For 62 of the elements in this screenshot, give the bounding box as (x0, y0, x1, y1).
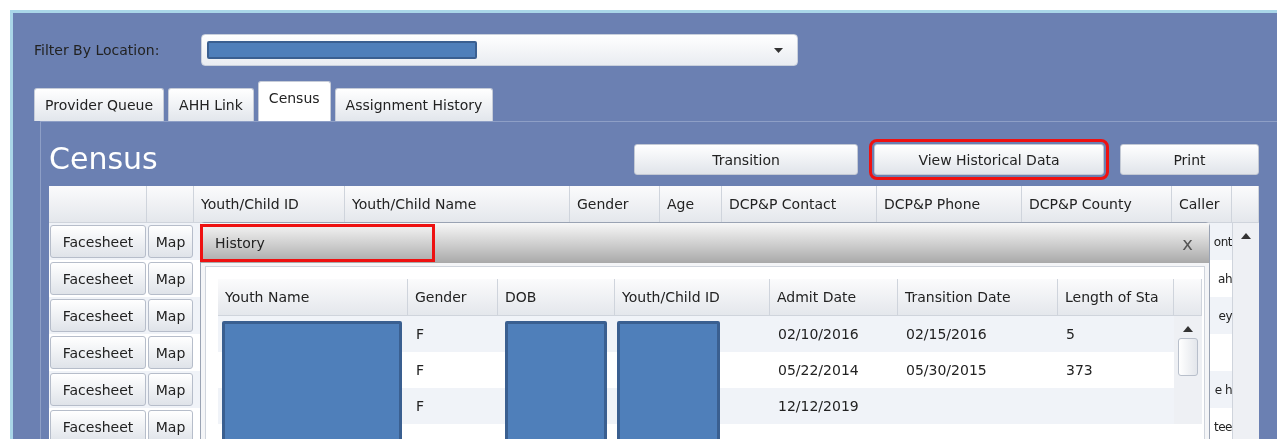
column-header[interactable]: DCP&P Contact (722, 186, 877, 223)
scroll-up-icon[interactable] (1183, 326, 1193, 332)
table-cell: 05/30/2015 (906, 362, 987, 378)
column-header[interactable]: Length of Sta (1058, 279, 1174, 316)
filter-label: Filter By Location: (34, 42, 161, 58)
facesheet-button[interactable]: Facesheet (50, 336, 146, 369)
column-header[interactable]: Youth/Child ID (194, 186, 345, 223)
scroll-thumb[interactable] (1178, 338, 1198, 376)
facesheet-button[interactable]: Facesheet (50, 262, 146, 295)
map-button[interactable]: Map (148, 336, 193, 369)
scroll-up-icon[interactable] (1241, 233, 1251, 239)
table-cell: ey (1218, 308, 1232, 323)
table-cell: ah (1218, 271, 1232, 286)
column-header[interactable]: Youth/Child Name (345, 186, 570, 223)
column-header[interactable]: Transition Date (898, 279, 1058, 316)
tab[interactable]: Assignment History (334, 88, 494, 121)
table-cell: F (416, 362, 425, 378)
action-button[interactable]: Print (1120, 144, 1259, 175)
table-cell: tee (1214, 419, 1232, 434)
table-cell: F (416, 326, 425, 342)
column-header[interactable]: Youth/Child ID (615, 279, 770, 316)
table-cell: 02/10/2016 (778, 326, 859, 342)
header-cell (1232, 186, 1259, 223)
column-header[interactable]: DCP&P County (1022, 186, 1172, 223)
facesheet-button[interactable]: Facesheet (50, 410, 146, 439)
tab[interactable]: Census (257, 81, 331, 121)
table-cell: 5 (1066, 326, 1075, 342)
close-button[interactable]: x (1180, 232, 1195, 254)
table-cell: e h (1214, 382, 1232, 397)
column-header[interactable]: Age (660, 186, 722, 223)
scrollbar[interactable] (1232, 223, 1259, 439)
column-header[interactable]: Gender (408, 279, 498, 316)
table-cell: 05/22/2014 (778, 362, 859, 378)
tab[interactable]: Provider Queue (34, 88, 165, 121)
column-header[interactable]: Admit Date (770, 279, 898, 316)
map-button[interactable]: Map (148, 262, 193, 295)
panel-title: Census (49, 139, 159, 176)
tab[interactable]: AHH Link (168, 88, 254, 121)
table-cell: 373 (1066, 362, 1093, 378)
facesheet-button[interactable]: Facesheet (50, 373, 146, 406)
table-cell: F (416, 398, 425, 414)
scrollbar[interactable] (1174, 316, 1202, 424)
column-header[interactable]: Caller (1172, 186, 1232, 223)
column-header[interactable]: DOB (498, 279, 615, 316)
map-button[interactable]: Map (148, 373, 193, 406)
map-button[interactable]: Map (148, 299, 193, 332)
facesheet-button[interactable]: Facesheet (50, 299, 146, 332)
table-cell: 02/15/2016 (906, 326, 987, 342)
column-header[interactable]: Youth Name (218, 279, 408, 316)
column-header[interactable]: Gender (570, 186, 660, 223)
dropdown-caret-icon (774, 48, 783, 53)
table-cell: 12/12/2019 (778, 398, 859, 414)
column-header[interactable]: DCP&P Phone (877, 186, 1022, 223)
facesheet-button[interactable]: Facesheet (50, 225, 146, 258)
action-button[interactable]: Transition (634, 144, 858, 175)
dialog-title: History (201, 225, 434, 261)
location-dropdown[interactable] (201, 34, 798, 66)
table-cell: ont (1213, 234, 1232, 249)
header-cell (1174, 279, 1202, 316)
header-cell (147, 186, 194, 223)
map-button[interactable]: Map (148, 410, 193, 439)
map-button[interactable]: Map (148, 225, 193, 258)
